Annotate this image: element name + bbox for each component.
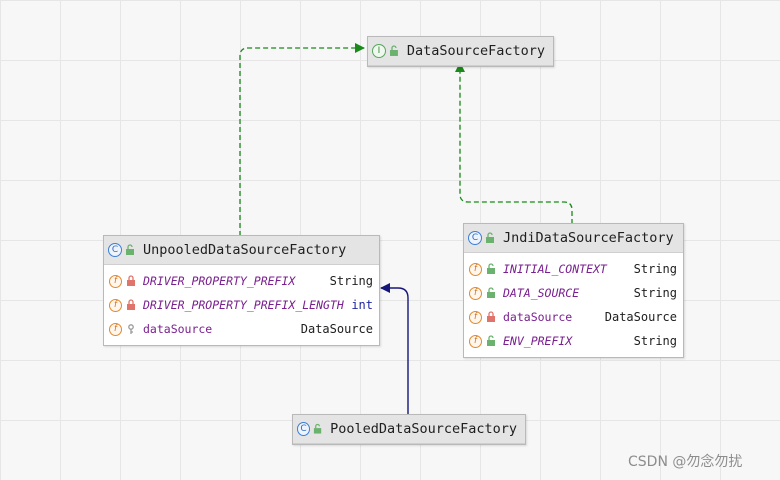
field-row[interactable]: f DRIVER_PROPERTY_PREFIX_LENGTH int [104, 293, 379, 317]
field-type: int [351, 298, 373, 312]
field-icon: f [469, 262, 482, 276]
open-lock-icon [126, 244, 134, 255]
field-type: String [633, 262, 677, 276]
field-list: f DRIVER_PROPERTY_PREFIX String f DRIVER… [104, 265, 379, 345]
node-title: UnpooledDataSourceFactory [143, 242, 347, 258]
field-name: dataSource [143, 322, 213, 336]
node-jndi-datasource-factory[interactable]: C JndiDataSourceFactory f INITIAL_CONTEX… [463, 223, 684, 358]
field-name: INITIAL_CONTEXT [503, 262, 607, 276]
open-lock-icon [486, 232, 494, 243]
field-icon: f [469, 310, 482, 324]
edge-unpooled-implements [239, 43, 365, 236]
lock-icon [127, 275, 135, 286]
node-header: C UnpooledDataSourceFactory [104, 236, 379, 265]
field-type: String [633, 286, 677, 300]
field-row[interactable]: f ENV_PREFIX String [464, 329, 683, 353]
node-pooled-datasource-factory[interactable]: C PooledDataSourceFactory [292, 414, 526, 445]
field-icon: f [109, 298, 122, 312]
lock-icon [487, 311, 495, 322]
node-header: C JndiDataSourceFactory [464, 224, 683, 253]
field-type: String [633, 334, 677, 348]
node-title: JndiDataSourceFactory [503, 230, 674, 246]
field-name: DRIVER_PROPERTY_PREFIX_LENGTH [143, 298, 344, 312]
open-lock-icon [487, 263, 495, 274]
field-icon: f [109, 322, 122, 336]
key-icon [128, 324, 134, 334]
open-lock-icon [487, 335, 495, 346]
edge-pooled-extends [380, 283, 409, 414]
field-type: DataSource [604, 310, 677, 324]
field-name: DRIVER_PROPERTY_PREFIX [143, 274, 296, 288]
class-icon: C [468, 231, 482, 245]
open-lock-icon [389, 45, 398, 56]
class-icon: C [297, 422, 310, 436]
node-header: I DataSourceFactory [368, 37, 553, 66]
node-title: PooledDataSourceFactory [330, 421, 517, 437]
field-name: DATA_SOURCE [503, 286, 580, 300]
edge-jndi-implements [455, 62, 573, 224]
field-row[interactable]: f INITIAL_CONTEXT String [464, 257, 683, 281]
node-datasource-factory[interactable]: I DataSourceFactory [367, 36, 554, 67]
node-header: C PooledDataSourceFactory [293, 415, 525, 444]
field-name: dataSource [503, 310, 573, 324]
field-icon: f [109, 274, 122, 288]
node-title: DataSourceFactory [406, 43, 545, 59]
field-name: ENV_PREFIX [503, 334, 573, 348]
lock-icon [127, 299, 135, 310]
field-type: DataSource [300, 322, 373, 336]
field-row[interactable]: f DRIVER_PROPERTY_PREFIX String [104, 269, 379, 293]
field-row[interactable]: f DATA_SOURCE String [464, 281, 683, 305]
open-lock-icon [487, 287, 495, 298]
field-icon: f [469, 286, 482, 300]
watermark: CSDN @勿念勿扰 [628, 454, 743, 470]
field-type: String [329, 274, 373, 288]
open-lock-icon [313, 423, 322, 434]
class-icon: C [108, 243, 122, 257]
interface-icon: I [372, 44, 386, 58]
field-icon: f [469, 334, 482, 348]
field-row[interactable]: f dataSource DataSource [464, 305, 683, 329]
node-unpooled-datasource-factory[interactable]: C UnpooledDataSourceFactory f DRIVER_PRO… [103, 235, 380, 346]
field-row[interactable]: f dataSource DataSource [104, 317, 379, 341]
field-list: f INITIAL_CONTEXT String f DATA_SOURCE S… [464, 253, 683, 357]
